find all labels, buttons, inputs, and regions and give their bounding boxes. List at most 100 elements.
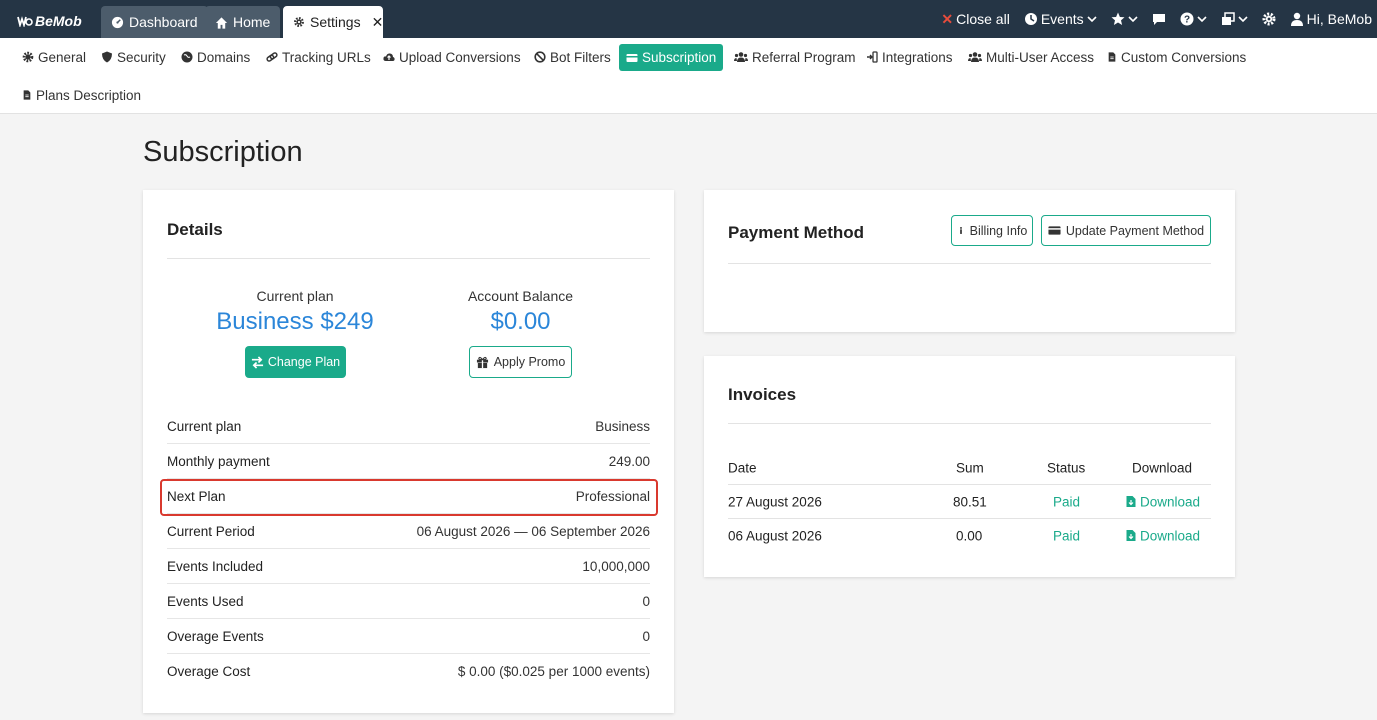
nav-label: Multi-User Access	[986, 49, 1095, 65]
nav-item-tracking-urls[interactable]: Tracking URLs	[262, 44, 375, 70]
svg-text:?: ?	[1184, 15, 1190, 26]
nav-item-plans-description[interactable]: Plans Description	[18, 82, 145, 108]
file-icon	[1108, 52, 1116, 62]
detail-value: 0	[642, 593, 650, 609]
nav-label: Subscription	[642, 50, 717, 65]
apply-promo-label: Apply Promo	[493, 355, 566, 369]
detail-row: Monthly payment 249.00	[167, 444, 650, 479]
nav-item-security[interactable]: Security	[97, 44, 170, 70]
events-label: Events	[1040, 11, 1084, 27]
chat-icon	[1152, 14, 1165, 25]
windows-icon	[1221, 12, 1235, 25]
detail-label: Monthly payment	[167, 453, 270, 469]
close-all-label: Close all	[956, 11, 1010, 27]
file-download-icon	[1126, 496, 1136, 507]
windows-menu[interactable]	[1221, 12, 1248, 26]
billing-info-label: Billing Info	[969, 223, 1028, 238]
invoice-date: 27 August 2026	[728, 494, 822, 509]
invoice-download-link[interactable]: Download	[1126, 528, 1200, 543]
update-payment-method-button[interactable]: Update Payment Method	[1041, 215, 1211, 246]
close-all-button[interactable]: ✕ Close all	[941, 11, 1009, 28]
next-plan-highlight	[160, 479, 658, 516]
apply-promo-button[interactable]: Apply Promo	[469, 346, 572, 378]
nav-item-domains[interactable]: Domains	[177, 44, 254, 70]
greeting: Hi, BeMob	[1306, 11, 1372, 27]
ban-icon	[534, 51, 546, 63]
tab-label: Settings	[310, 14, 361, 30]
events-menu[interactable]: Events	[1024, 11, 1097, 27]
gear-icon	[293, 16, 305, 29]
nav-item-upload-conversions[interactable]: Upload Conversions	[379, 44, 525, 70]
credit-card-icon	[1048, 226, 1061, 235]
file-icon	[23, 90, 31, 100]
detail-value: 06 August 2026 — 06 September 2026	[416, 523, 650, 539]
plug-icon	[867, 51, 878, 63]
tab-label: Home	[233, 14, 271, 30]
nav-item-multi-user-access[interactable]: Multi-User Access	[964, 44, 1098, 70]
tab-settings[interactable]: Settings ✕	[283, 6, 383, 38]
detail-value: 249.00	[608, 453, 650, 469]
invoice-sum: 80.51	[953, 494, 987, 509]
divider	[728, 263, 1211, 264]
nav-item-bot-filters[interactable]: Bot Filters	[530, 44, 615, 70]
balance-summary: Account Balance $0.00	[420, 288, 621, 336]
detail-row: Current Period 06 August 2026 — 06 Septem…	[167, 514, 650, 549]
header-download: Download	[1132, 460, 1193, 476]
credit-card-icon	[626, 53, 638, 62]
change-plan-button[interactable]: Change Plan	[245, 346, 346, 378]
settings-button[interactable]	[1262, 12, 1276, 26]
header-sum: Sum	[956, 460, 984, 476]
tab-home[interactable]: Home	[205, 6, 281, 38]
chevron-down-icon	[1197, 16, 1207, 23]
tab-label: Dashboard	[129, 14, 198, 30]
invoice-status: Paid	[1053, 528, 1081, 543]
details-title: Details	[167, 220, 223, 239]
balance-value: $0.00	[490, 308, 551, 335]
invoice-row: 06 August 2026 0.00 Paid Download	[728, 518, 1211, 552]
payment-method-title: Payment Method	[728, 223, 865, 242]
settings-nav: General Security Domains Tracking URLs U…	[0, 38, 1377, 114]
download-label: Download	[1140, 528, 1201, 543]
nav-item-general[interactable]: General	[18, 44, 90, 70]
events-icon	[1024, 13, 1037, 25]
billing-info-button[interactable]: Billing Info	[951, 215, 1033, 246]
help-menu[interactable]: ?	[1180, 12, 1207, 26]
favorites-menu[interactable]	[1111, 12, 1138, 26]
change-plan-label: Change Plan	[267, 355, 341, 369]
invoices-header-row: Date Sum Status Download	[728, 451, 1211, 485]
top-right-menu: ✕ Close all Events ? Hi, BeMob	[941, 0, 1377, 38]
logo[interactable]: BeMob	[17, 13, 82, 29]
tab-dashboard[interactable]: Dashboard	[101, 6, 208, 38]
detail-row: Overage Cost $ 0.00 ($0.025 per 1000 even…	[167, 654, 650, 689]
invoice-sum: 0.00	[956, 528, 983, 543]
gear-icon	[22, 51, 34, 63]
nav-item-integrations[interactable]: Integrations	[862, 44, 957, 70]
nav-item-subscription[interactable]: Subscription	[619, 44, 724, 71]
detail-row: Overage Events 0	[167, 619, 650, 654]
detail-value: $ 0.00 ($0.025 per 1000 events)	[457, 664, 650, 679]
user-menu[interactable]: Hi, BeMob	[1290, 11, 1372, 27]
users-icon	[968, 52, 982, 62]
nav-label: Bot Filters	[550, 49, 611, 65]
top-bar: BeMob Dashboard Home Settings ✕ ✕ Close …	[0, 0, 1377, 38]
detail-row: Events Included 10,000,000	[167, 549, 650, 584]
link-icon	[266, 52, 278, 62]
detail-label: Overage Cost	[167, 664, 251, 679]
gift-icon	[476, 356, 488, 368]
invoice-row: 27 August 2026 80.51 Paid Download	[728, 484, 1211, 518]
detail-value: Business	[595, 418, 650, 434]
globe-icon	[181, 51, 193, 63]
invoice-download-link[interactable]: Download	[1126, 494, 1200, 509]
detail-value: 0	[642, 628, 650, 644]
chat-button[interactable]	[1152, 12, 1166, 26]
detail-value: 10,000,000	[582, 558, 650, 574]
info-icon	[959, 226, 962, 234]
bemob-logo-icon	[17, 16, 33, 27]
close-tab-icon[interactable]: ✕	[372, 14, 384, 31]
cloud-upload-icon	[383, 53, 395, 61]
nav-item-referral-program[interactable]: Referral Program	[730, 44, 860, 70]
nav-item-custom-conversions[interactable]: Custom Conversions	[1103, 44, 1250, 70]
file-download-icon	[1126, 530, 1136, 541]
nav-label: Custom Conversions	[1121, 49, 1247, 65]
gear-icon	[1262, 12, 1276, 26]
